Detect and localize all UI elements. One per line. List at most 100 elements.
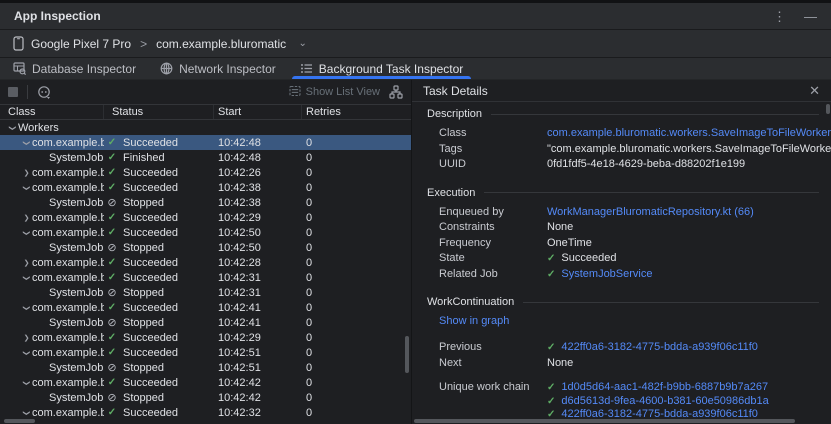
table-row[interactable]: ❯ com.example.bl ✓ Succeeded 10:42:28 0: [0, 255, 411, 270]
table-row[interactable]: ❯ com.example.bl ✓ Succeeded 10:42:26 0: [0, 165, 411, 180]
check-icon: ✓: [106, 407, 118, 418]
column-header-class[interactable]: Class: [0, 105, 104, 119]
chevron-icon[interactable]: ❯: [23, 377, 31, 388]
minimize-icon[interactable]: —: [804, 10, 817, 23]
section-description: DescriptionClasscom.example.bluromatic.w…: [427, 108, 819, 174]
show-list-view-icon: [289, 85, 301, 100]
horizontal-scrollbar[interactable]: [4, 419, 35, 423]
phone-icon: [13, 36, 24, 51]
check-icon: ✓: [547, 253, 555, 264]
cell-status: ✓ Succeeded: [104, 257, 214, 269]
table-row[interactable]: ❯ com.example.bl ✓ Succeeded 10:42:48 0: [0, 135, 411, 150]
cell-retries: 0: [302, 407, 411, 419]
cell-start: 10:42:42: [214, 392, 302, 404]
detail-row: Previous✓422ff0a6-3182-4775-bdda-a939f06…: [427, 341, 819, 357]
detail-value-link[interactable]: 1d0d5d64-aac1-482f-b9bb-6887b9b7a267: [561, 381, 768, 395]
table-row[interactable]: ❯ com.example.bl ✓ Succeeded 10:42:41 0: [0, 300, 411, 315]
tab-database-inspector[interactable]: Database Inspector: [4, 58, 145, 79]
more-options-icon[interactable]: ⋮: [773, 10, 786, 23]
table-row[interactable]: SystemJobS ⊘ Stopped 10:42:42 0: [0, 390, 411, 405]
table-row[interactable]: SystemJobS ⊘ Stopped 10:42:50 0: [0, 240, 411, 255]
cell-class: SystemJobS: [0, 240, 104, 255]
check-icon: ✓: [106, 257, 118, 268]
table-row[interactable]: ❯ com.example.bl ✓ Succeeded 10:42:29 0: [0, 330, 411, 345]
check-icon: ✓: [106, 227, 118, 238]
cell-class: ❯ com.example.bl: [0, 345, 104, 360]
cell-start: 10:42:51: [214, 362, 302, 374]
cell-status: ✓ Succeeded: [104, 377, 214, 389]
table-row[interactable]: SystemJobS ⊘ Stopped 10:42:51 0: [0, 360, 411, 375]
show-graph-view-icon[interactable]: [389, 85, 403, 99]
column-header-start[interactable]: Start: [214, 105, 302, 119]
table-row[interactable]: SystemJobS ⊘ Stopped 10:42:38 0: [0, 195, 411, 210]
cell-start: 10:42:31: [214, 272, 302, 284]
close-icon[interactable]: ✕: [809, 83, 820, 99]
check-icon: ✓: [547, 381, 555, 395]
detail-value-link[interactable]: 422ff0a6-3182-4775-bdda-a939f06c11f0: [561, 341, 758, 353]
table-row[interactable]: SystemJobS ⊘ Stopped 10:42:31 0: [0, 285, 411, 300]
check-icon: ✓: [106, 137, 118, 148]
check-icon: ✓: [106, 212, 118, 223]
chevron-icon[interactable]: ❯: [23, 137, 31, 148]
table-row[interactable]: ❯ com.example.bl ✓ Succeeded 10:42:50 0: [0, 225, 411, 240]
cell-start: 10:42:50: [214, 227, 302, 239]
chevron-icon[interactable]: ❯: [21, 259, 32, 267]
detail-label: Related Job: [439, 268, 547, 280]
cell-status: ✓ Succeeded: [104, 182, 214, 194]
show-list-view-button[interactable]: Show List View: [289, 85, 380, 100]
detail-label: Constraints: [439, 221, 547, 233]
check-icon: ✓: [106, 347, 118, 358]
table-row[interactable]: ❯ com.example.bl ✓ Succeeded 10:42:31 0: [0, 270, 411, 285]
details-vertical-scrollbar[interactable]: [826, 104, 830, 114]
table-row[interactable]: ❯ Workers: [0, 120, 411, 135]
table-row[interactable]: ❯ com.example.bl ✓ Succeeded 10:42:51 0: [0, 345, 411, 360]
chevron-icon[interactable]: ❯: [23, 227, 31, 238]
cell-retries: 0: [302, 197, 411, 209]
chevron-icon[interactable]: ❯: [23, 347, 31, 358]
detail-row: Classcom.example.bluromatic.workers.Save…: [427, 127, 819, 143]
stop-inspection-icon[interactable]: [8, 87, 18, 97]
cell-class: ❯ Workers: [0, 120, 104, 135]
detail-value-link[interactable]: SystemJobService: [561, 268, 652, 280]
table-row[interactable]: ❯ com.example.bl ✓ Succeeded 10:42:38 0: [0, 180, 411, 195]
device-selector[interactable]: Google Pixel 7 Pro > com.example.bluroma…: [0, 30, 831, 58]
detail-value-link[interactable]: d6d5613d-9fea-4600-b381-60e50986db1a: [561, 395, 768, 409]
cell-retries: 0: [302, 287, 411, 299]
table-row[interactable]: ❯ com.example.bl ✓ Succeeded 10:42:42 0: [0, 375, 411, 390]
tab-network-inspector[interactable]: Network Inspector: [151, 58, 285, 79]
detail-value: 0fd1fdf5-4e18-4629-beba-d88202f1e199: [547, 158, 745, 170]
chevron-icon[interactable]: ❯: [23, 407, 31, 418]
chevron-icon[interactable]: ❯: [23, 272, 31, 283]
chevron-icon[interactable]: ❯: [21, 169, 32, 177]
chevron-icon[interactable]: ❯: [23, 182, 31, 193]
chevron-icon[interactable]: ❯: [21, 334, 32, 342]
detail-label: Tags: [439, 143, 547, 155]
chevron-icon[interactable]: ❯: [23, 302, 31, 313]
cell-retries: 0: [302, 227, 411, 239]
cell-retries: 0: [302, 257, 411, 269]
table-row[interactable]: SystemJobS ⊘ Stopped 10:42:41 0: [0, 315, 411, 330]
detail-value-link[interactable]: WorkManagerBluromaticRepository.kt (66): [547, 206, 754, 218]
detail-row: FrequencyOneTime: [427, 237, 819, 253]
cell-status: ⊘ Stopped: [104, 391, 214, 404]
details-horizontal-scrollbar[interactable]: [414, 419, 795, 423]
detail-value-link[interactable]: com.example.bluromatic.workers.SaveImage…: [547, 127, 831, 139]
chevron-icon[interactable]: ❯: [9, 122, 17, 133]
vertical-scrollbar[interactable]: [405, 336, 409, 373]
network-inspector-icon: [160, 62, 173, 75]
detail-row: Related Job✓SystemJobService: [427, 268, 819, 284]
chevron-icon[interactable]: ❯: [21, 214, 32, 222]
tab-background-task-inspector[interactable]: Background Task Inspector: [291, 58, 473, 79]
filter-tags-icon[interactable]: [37, 85, 52, 100]
table-row[interactable]: SystemJobS ✓ Finished 10:42:48 0: [0, 150, 411, 165]
column-header-status[interactable]: Status: [104, 105, 214, 119]
show-in-graph-link[interactable]: Show in graph: [439, 315, 509, 327]
section-workcontinuation: WorkContinuationShow in graphPrevious✓42…: [427, 296, 819, 422]
detail-label: Enqueued by: [439, 206, 547, 218]
stopped-icon: ⊘: [106, 361, 118, 374]
detail-row: Unique work chain✓1d0d5d64-aac1-482f-b9b…: [427, 381, 819, 422]
table-row[interactable]: ❯ com.example.bl ✓ Succeeded 10:42:32 0: [0, 405, 411, 420]
column-header-retries[interactable]: Retries: [302, 105, 411, 119]
cell-retries: 0: [302, 317, 411, 329]
table-row[interactable]: ❯ com.example.bl ✓ Succeeded 10:42:29 0: [0, 210, 411, 225]
